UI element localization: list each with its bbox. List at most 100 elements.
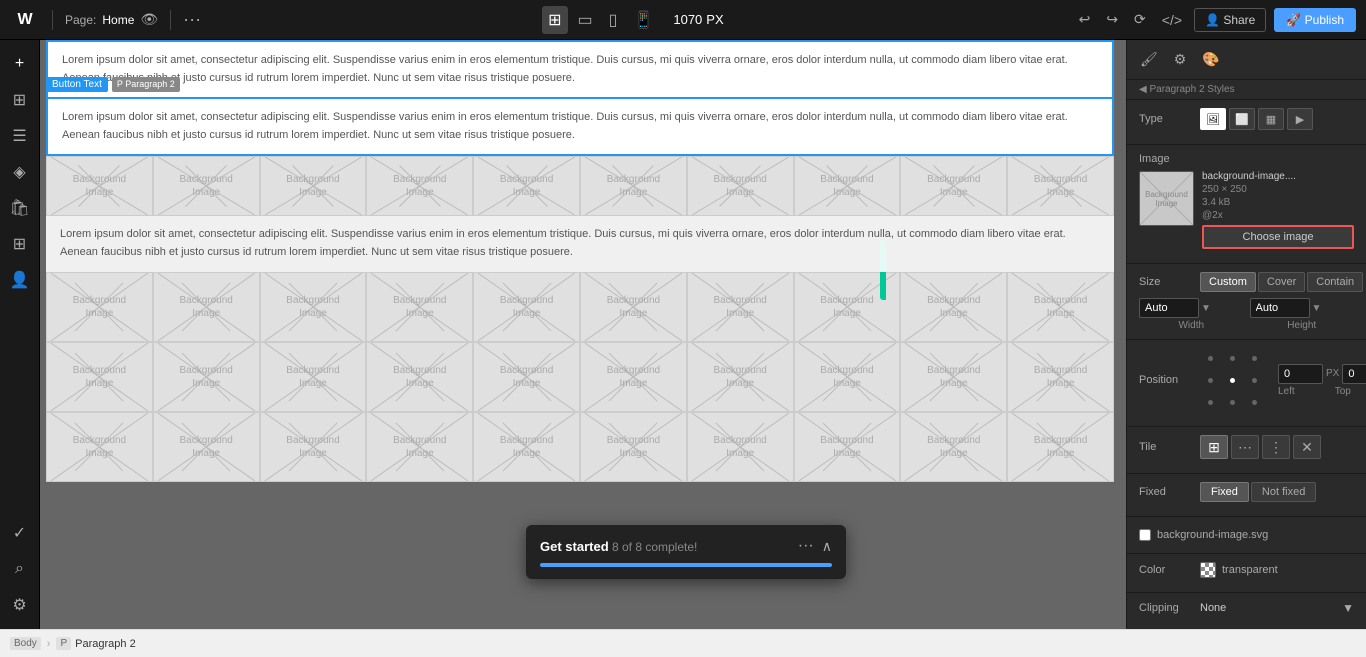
sidebar-check[interactable]: ✓ [4,517,36,549]
text-section-1[interactable]: Lorem ipsum dolor sit amet, consectetur … [46,40,1114,97]
pos-topcenter[interactable] [1222,348,1242,368]
pos-botleft[interactable] [1200,392,1220,412]
bg-label: BackgroundImage [820,173,873,199]
breadcrumb-body[interactable]: Body [10,637,41,650]
bg-cell: BackgroundImage [46,342,153,412]
settings-icon[interactable]: ⚙ [1171,48,1190,71]
view-mobile[interactable]: 📱 [627,6,659,34]
sidebar-layers[interactable]: ☰ [4,120,36,152]
breadcrumb-paragraph[interactable]: P Paragraph 2 [56,637,135,650]
position-value-inputs: PX PX Left Top [1278,364,1366,397]
background-image-checkbox[interactable] [1139,529,1151,541]
bg-cell: BackgroundImage [1007,156,1114,216]
sidebar-assets[interactable]: ◈ [4,156,36,188]
bg-label: BackgroundImage [1034,173,1087,199]
bg-row-3: BackgroundImage BackgroundImage Backgrou… [46,342,1114,412]
pos-center[interactable] [1222,370,1242,390]
type-gradient-btn[interactable]: ▦ [1258,108,1284,130]
tile-none-btn[interactable]: ✕ [1293,435,1321,459]
pos-topleft[interactable] [1200,348,1220,368]
tile-v-btn[interactable]: ⋮ [1262,435,1290,459]
sidebar-apps[interactable]: ⊞ [4,228,36,260]
bg-cell: BackgroundImage [900,272,1007,342]
bg-cell: BackgroundImage [46,412,153,482]
pos-midright[interactable] [1244,370,1264,390]
width-group: ▼ Width [1139,298,1244,331]
size-contain-btn[interactable]: Contain [1307,272,1363,292]
more-button[interactable]: ··· [183,9,201,30]
bg-label: BackgroundImage [1034,294,1087,320]
size-cover-btn[interactable]: Cover [1258,272,1305,292]
width-input[interactable] [1139,298,1199,318]
position-row: Position [1139,348,1354,412]
sidebar-search[interactable]: ⌕ [4,553,36,585]
redo-button[interactable]: ↪ [1102,7,1122,32]
px-unit: PX [706,12,723,27]
main-area: + ⊞ ☰ ◈ 🛍 ⊞ 👤 ✓ ⌕ ⚙ Lorem ipsum dolor si… [0,40,1366,629]
type-video-btn[interactable]: ▶ [1287,108,1313,130]
pos-midleft[interactable] [1200,370,1220,390]
bg-cell: BackgroundImage [473,272,580,342]
toast-close-button[interactable]: ∧ [822,538,832,555]
left-position-input[interactable] [1278,364,1323,384]
tile-all-btn[interactable]: ⊞ [1200,435,1228,459]
clipping-arrow-icon[interactable]: ▼ [1342,601,1354,615]
publish-button[interactable]: 🚀 Publish [1274,8,1356,32]
bg-label: BackgroundImage [1034,434,1087,460]
height-input[interactable] [1250,298,1310,318]
refresh-button[interactable]: ⟳ [1130,7,1150,32]
undo-button[interactable]: ↩ [1075,7,1095,32]
clipping-row: Clipping None ▼ [1139,601,1354,615]
text-section-3[interactable]: Lorem ipsum dolor sit amet, consectetur … [46,216,1114,271]
view-desktop[interactable]: ▭ [572,6,599,34]
view-tablet[interactable]: ▯ [603,6,624,34]
type-color-btn[interactable]: ⬜ [1229,108,1255,130]
bg-cell: BackgroundImage [473,156,580,216]
color-swatch[interactable] [1200,562,1216,578]
color-value: transparent [1222,564,1278,576]
fixed-fixed-btn[interactable]: Fixed [1200,482,1249,502]
tile-row: Tile ⊞ ⋯ ⋮ ✕ [1139,435,1354,459]
bg-cell: BackgroundImage [366,412,473,482]
bg-cell: BackgroundImage [580,342,687,412]
toast-progress-fill [540,563,832,567]
toast-notification: Get started 8 of 8 complete! ··· ∧ [526,525,846,579]
bg-label: BackgroundImage [820,434,873,460]
toast-dots[interactable]: ··· [798,537,814,555]
divider2 [170,10,171,30]
image-dims: 250 × 250 [1202,184,1354,195]
image-thumbnail[interactable]: BackgroundImage [1139,171,1194,226]
image-size: 3.4 kB [1202,197,1354,208]
image-label: Image [1139,153,1194,165]
sidebar-users[interactable]: 👤 [4,264,36,296]
view-desktop-plus[interactable]: ⊞ [542,6,567,34]
paintbrush-icon[interactable]: 🖌 [1137,48,1161,71]
top-position-input[interactable] [1342,364,1366,384]
bg-label: BackgroundImage [73,173,126,199]
pos-topright[interactable] [1244,348,1264,368]
tile-buttons: ⊞ ⋯ ⋮ ✕ [1200,435,1321,459]
sidebar-add[interactable]: + [4,48,36,80]
selected-section[interactable]: Lorem ipsum dolor sit amet, consectetur … [46,97,1114,156]
panel-top-icons: 🖌 ⚙ 🎨 [1127,40,1366,80]
sidebar-settings[interactable]: ⚙ [4,589,36,621]
pos-botright[interactable] [1244,392,1264,412]
eye-icon[interactable]: 👁 [140,11,158,28]
palette-icon[interactable]: 🎨 [1199,48,1222,71]
breadcrumb: Body › P Paragraph 2 [0,629,1366,657]
size-custom-btn[interactable]: Custom [1200,272,1256,292]
share-button[interactable]: 👤 Share [1194,8,1266,32]
sidebar-pages[interactable]: ⊞ [4,84,36,116]
code-button[interactable]: </> [1158,8,1186,32]
type-image-btn[interactable]: 🖼 [1200,108,1226,130]
image-label-row: Image [1139,153,1354,165]
sidebar-store[interactable]: 🛍 [4,192,36,224]
topbar: W Page: Home 👁 ··· ⊞ ▭ ▯ 📱 1070 PX ↩ ↪ ⟳… [0,0,1366,40]
fixed-not-btn[interactable]: Not fixed [1251,482,1316,502]
bg-cell: BackgroundImage [687,272,794,342]
tile-h-btn[interactable]: ⋯ [1231,435,1259,459]
paragraph-style-label: ◀ Paragraph 2 Styles [1127,80,1366,100]
bg-label: BackgroundImage [607,173,660,199]
pos-botcenter[interactable] [1222,392,1242,412]
choose-image-button[interactable]: Choose image [1202,225,1354,249]
